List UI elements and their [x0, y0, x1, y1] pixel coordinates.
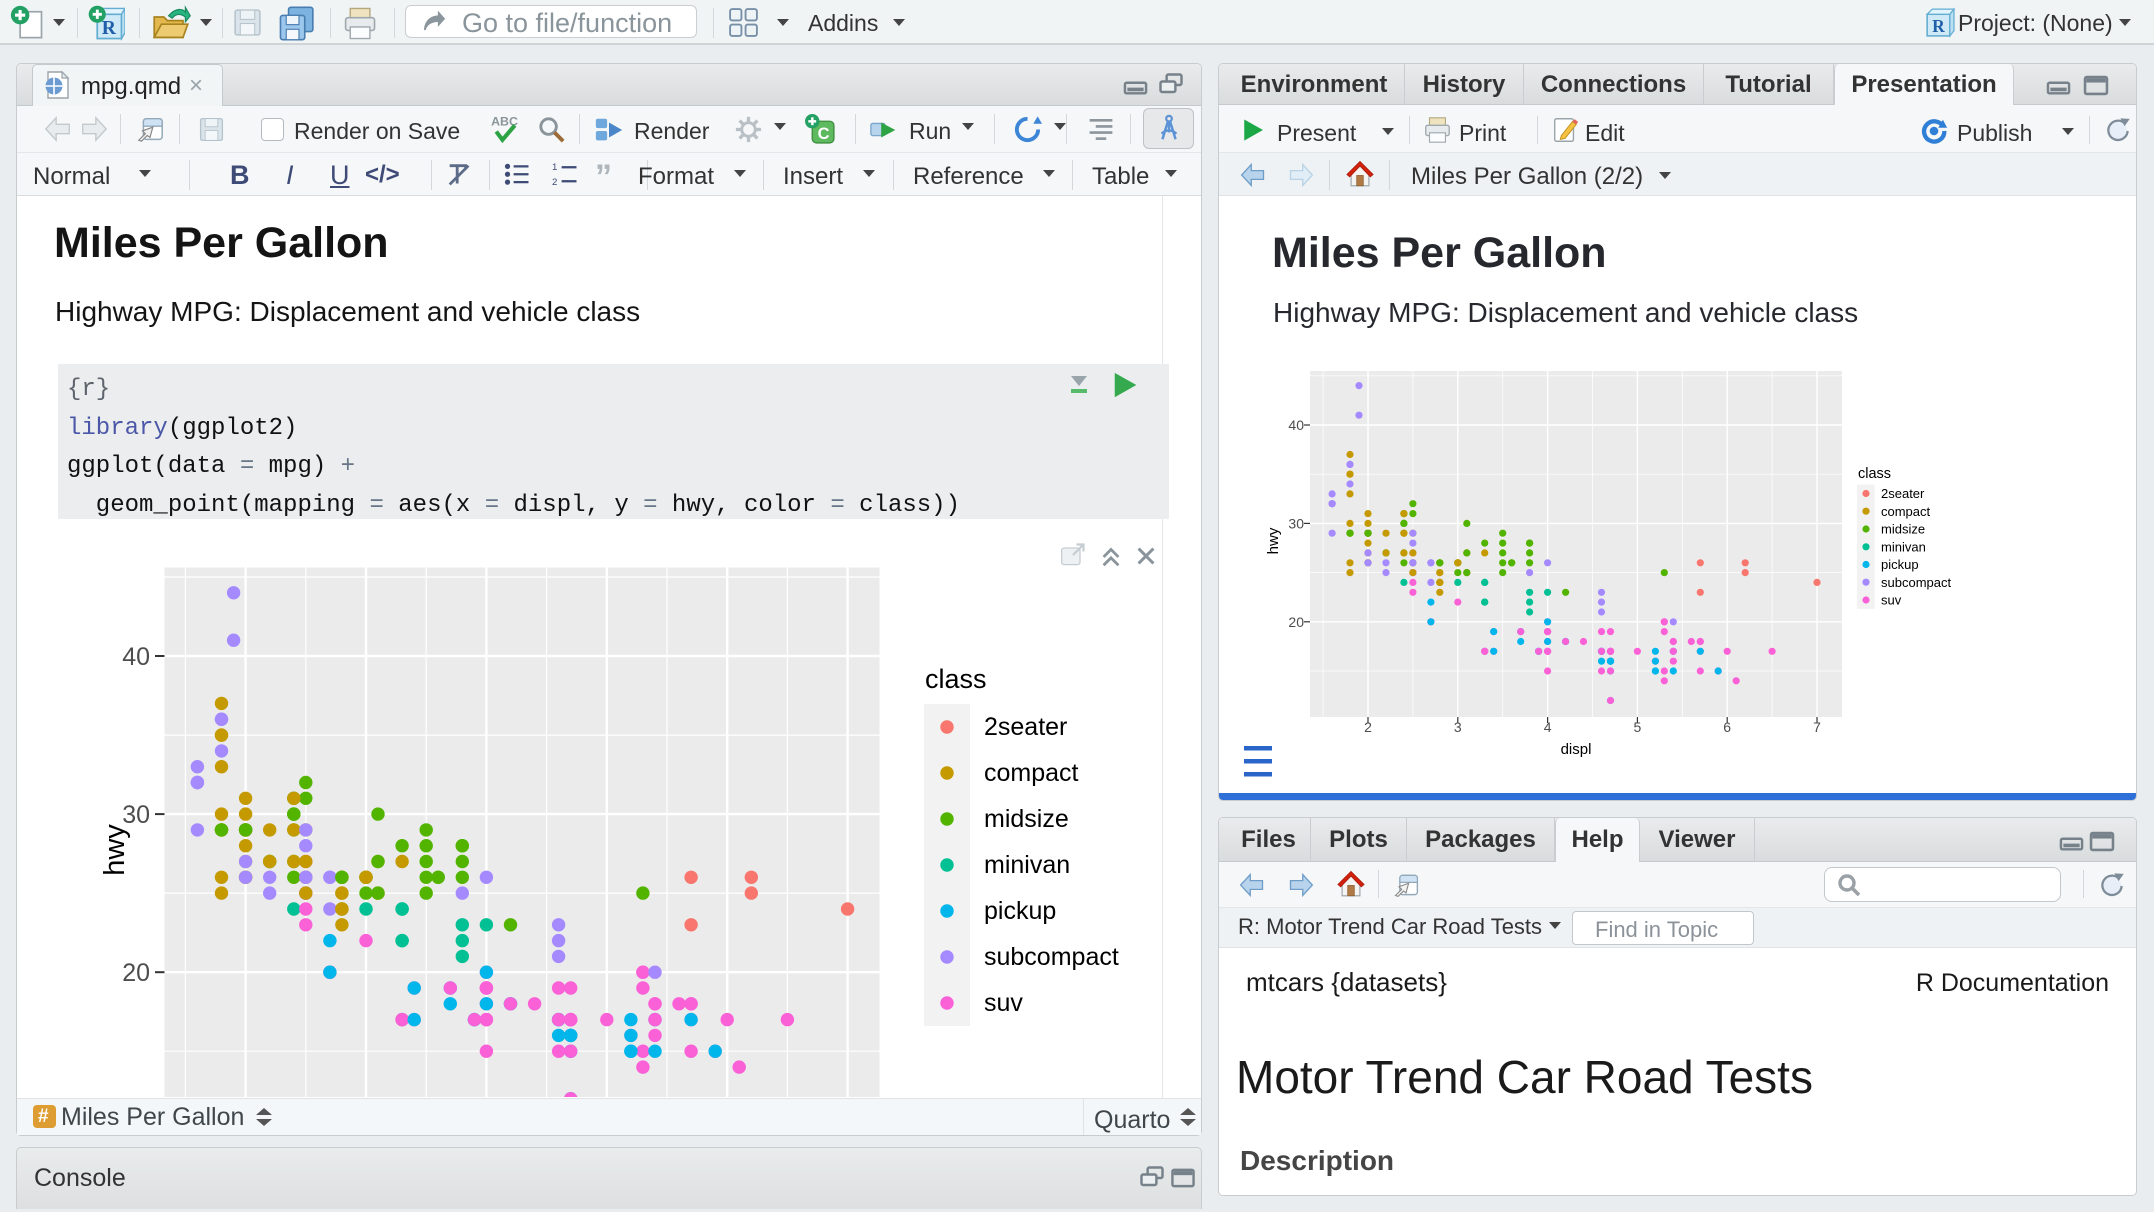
svg-text:suv: suv: [984, 989, 1023, 1017]
svg-text:R: R: [1932, 16, 1945, 36]
svg-text:minivan: minivan: [1881, 539, 1926, 554]
svg-text:R: R: [102, 17, 117, 39]
svg-text:2seater: 2seater: [984, 713, 1067, 741]
svg-text:30: 30: [1288, 515, 1304, 531]
svg-text:3: 3: [1454, 719, 1462, 735]
svg-text:midsize: midsize: [984, 805, 1069, 833]
svg-text:suv: suv: [1881, 593, 1902, 608]
svg-text:C: C: [818, 125, 830, 143]
svg-text:subcompact: subcompact: [984, 943, 1119, 971]
svg-text:40: 40: [122, 643, 150, 671]
svg-text:20: 20: [122, 959, 150, 987]
svg-text:20: 20: [1288, 614, 1304, 630]
svg-text:compact: compact: [1881, 504, 1931, 519]
svg-text:4: 4: [1544, 719, 1552, 735]
svg-text:2: 2: [552, 177, 557, 188]
svg-text:7: 7: [1813, 719, 1821, 735]
svg-text:displ: displ: [1561, 741, 1592, 758]
svg-text:6: 6: [1723, 719, 1731, 735]
svg-text:1: 1: [552, 162, 557, 173]
svg-text:class: class: [1858, 466, 1891, 482]
svg-text:pickup: pickup: [984, 897, 1056, 925]
svg-text:pickup: pickup: [1881, 557, 1919, 572]
svg-text:minivan: minivan: [984, 851, 1070, 879]
svg-text:40: 40: [1288, 417, 1304, 433]
svg-text:2seater: 2seater: [1881, 486, 1925, 501]
svg-text:compact: compact: [984, 759, 1079, 787]
svg-text:hwy: hwy: [1265, 527, 1282, 554]
svg-text:2: 2: [1364, 719, 1372, 735]
svg-text:subcompact: subcompact: [1881, 575, 1951, 590]
svg-text:class: class: [925, 664, 987, 694]
svg-text:midsize: midsize: [1881, 522, 1925, 537]
svg-text:hwy: hwy: [99, 824, 131, 876]
svg-text:5: 5: [1634, 719, 1642, 735]
